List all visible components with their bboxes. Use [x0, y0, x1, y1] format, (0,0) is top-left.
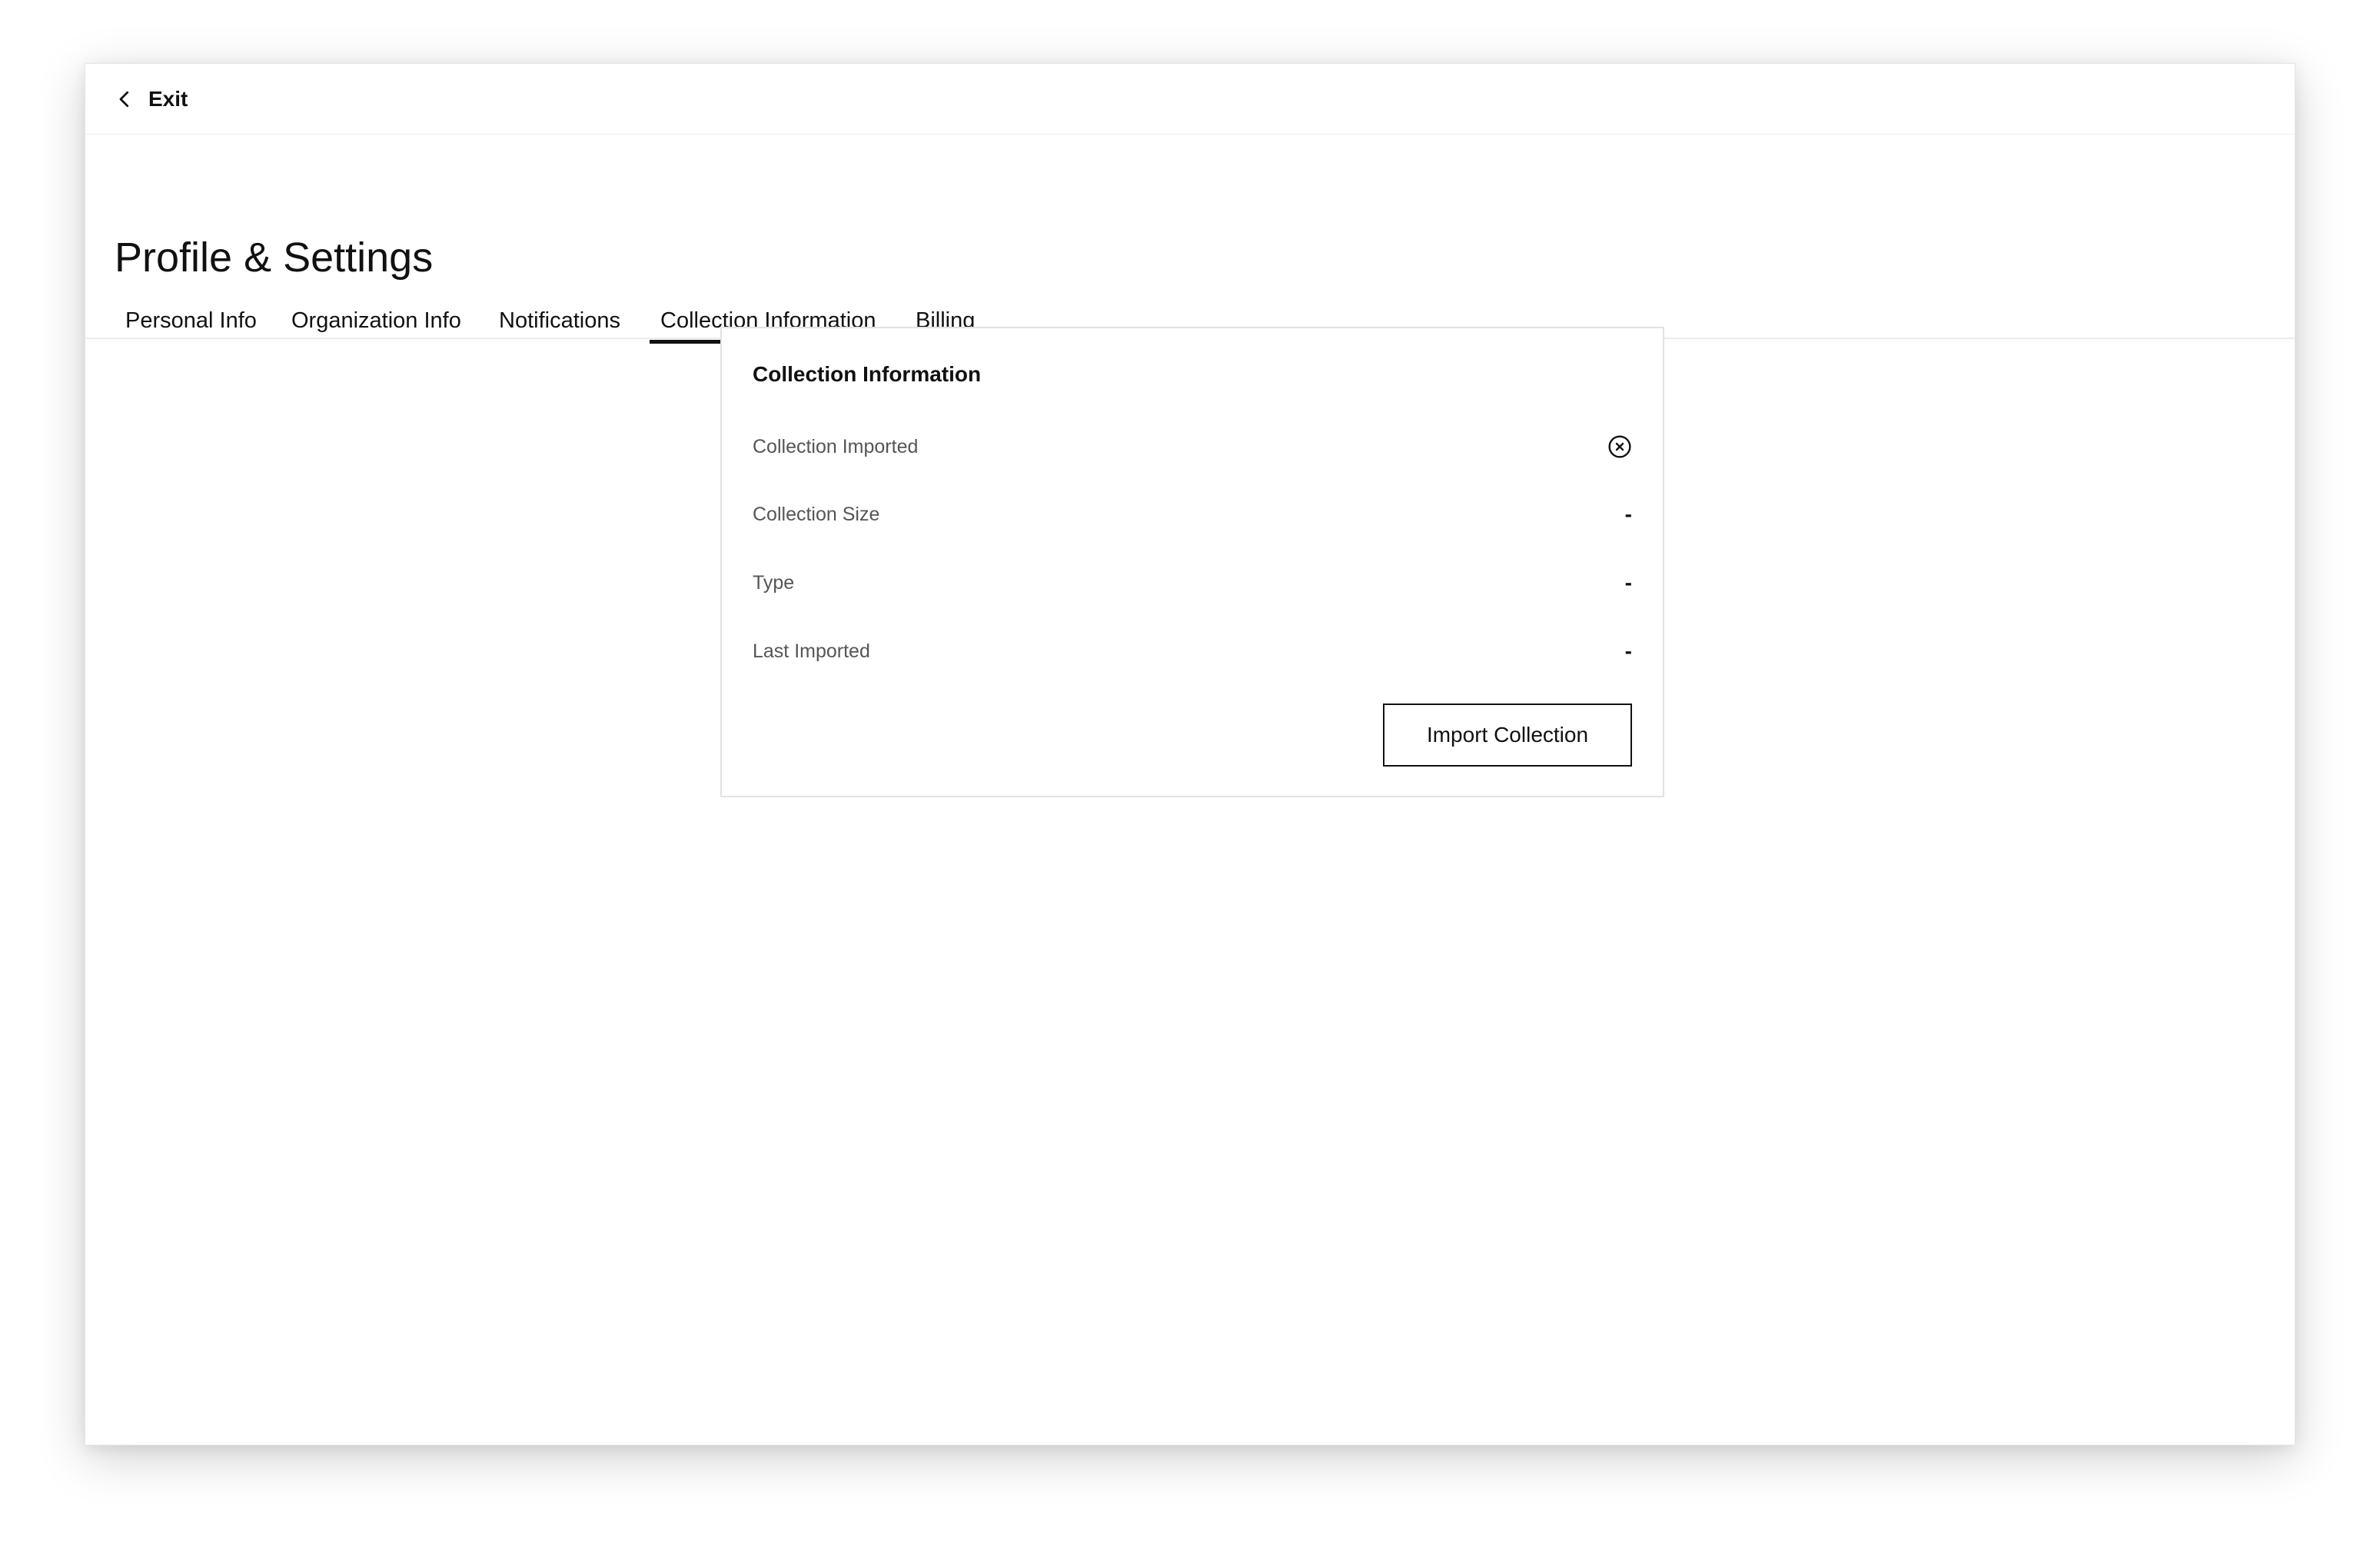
import-collection-button[interactable]: Import Collection [1383, 703, 1632, 767]
settings-window: Exit Profile & Settings Personal Info Or… [85, 63, 2295, 1445]
tab-notifications[interactable]: Notifications [499, 307, 620, 334]
collection-imported-label: Collection Imported [753, 435, 919, 457]
type-value: - [1624, 570, 1632, 594]
collection-imported-row: Collection Imported [753, 431, 1632, 462]
chevron-left-icon [119, 91, 129, 108]
last-imported-value: - [1624, 639, 1632, 663]
card-title: Collection Information [753, 362, 982, 386]
tab-personal-info[interactable]: Personal Info [125, 307, 257, 334]
type-row: Type - [753, 567, 1632, 598]
collection-size-row: Collection Size - [753, 499, 1632, 530]
top-bar: Exit [85, 64, 2295, 135]
type-label: Type [753, 571, 795, 594]
last-imported-row: Last Imported - [753, 636, 1632, 667]
x-circle-icon [1608, 435, 1631, 458]
page-title: Profile & Settings [115, 234, 434, 281]
exit-label: Exit [148, 87, 188, 111]
exit-button[interactable]: Exit [113, 84, 188, 115]
collection-information-card: Collection Information Collection Import… [720, 327, 1664, 797]
tab-organization-info[interactable]: Organization Info [291, 307, 461, 334]
last-imported-label: Last Imported [753, 640, 870, 662]
collection-size-value: - [1624, 502, 1632, 526]
collection-size-label: Collection Size [753, 503, 880, 525]
